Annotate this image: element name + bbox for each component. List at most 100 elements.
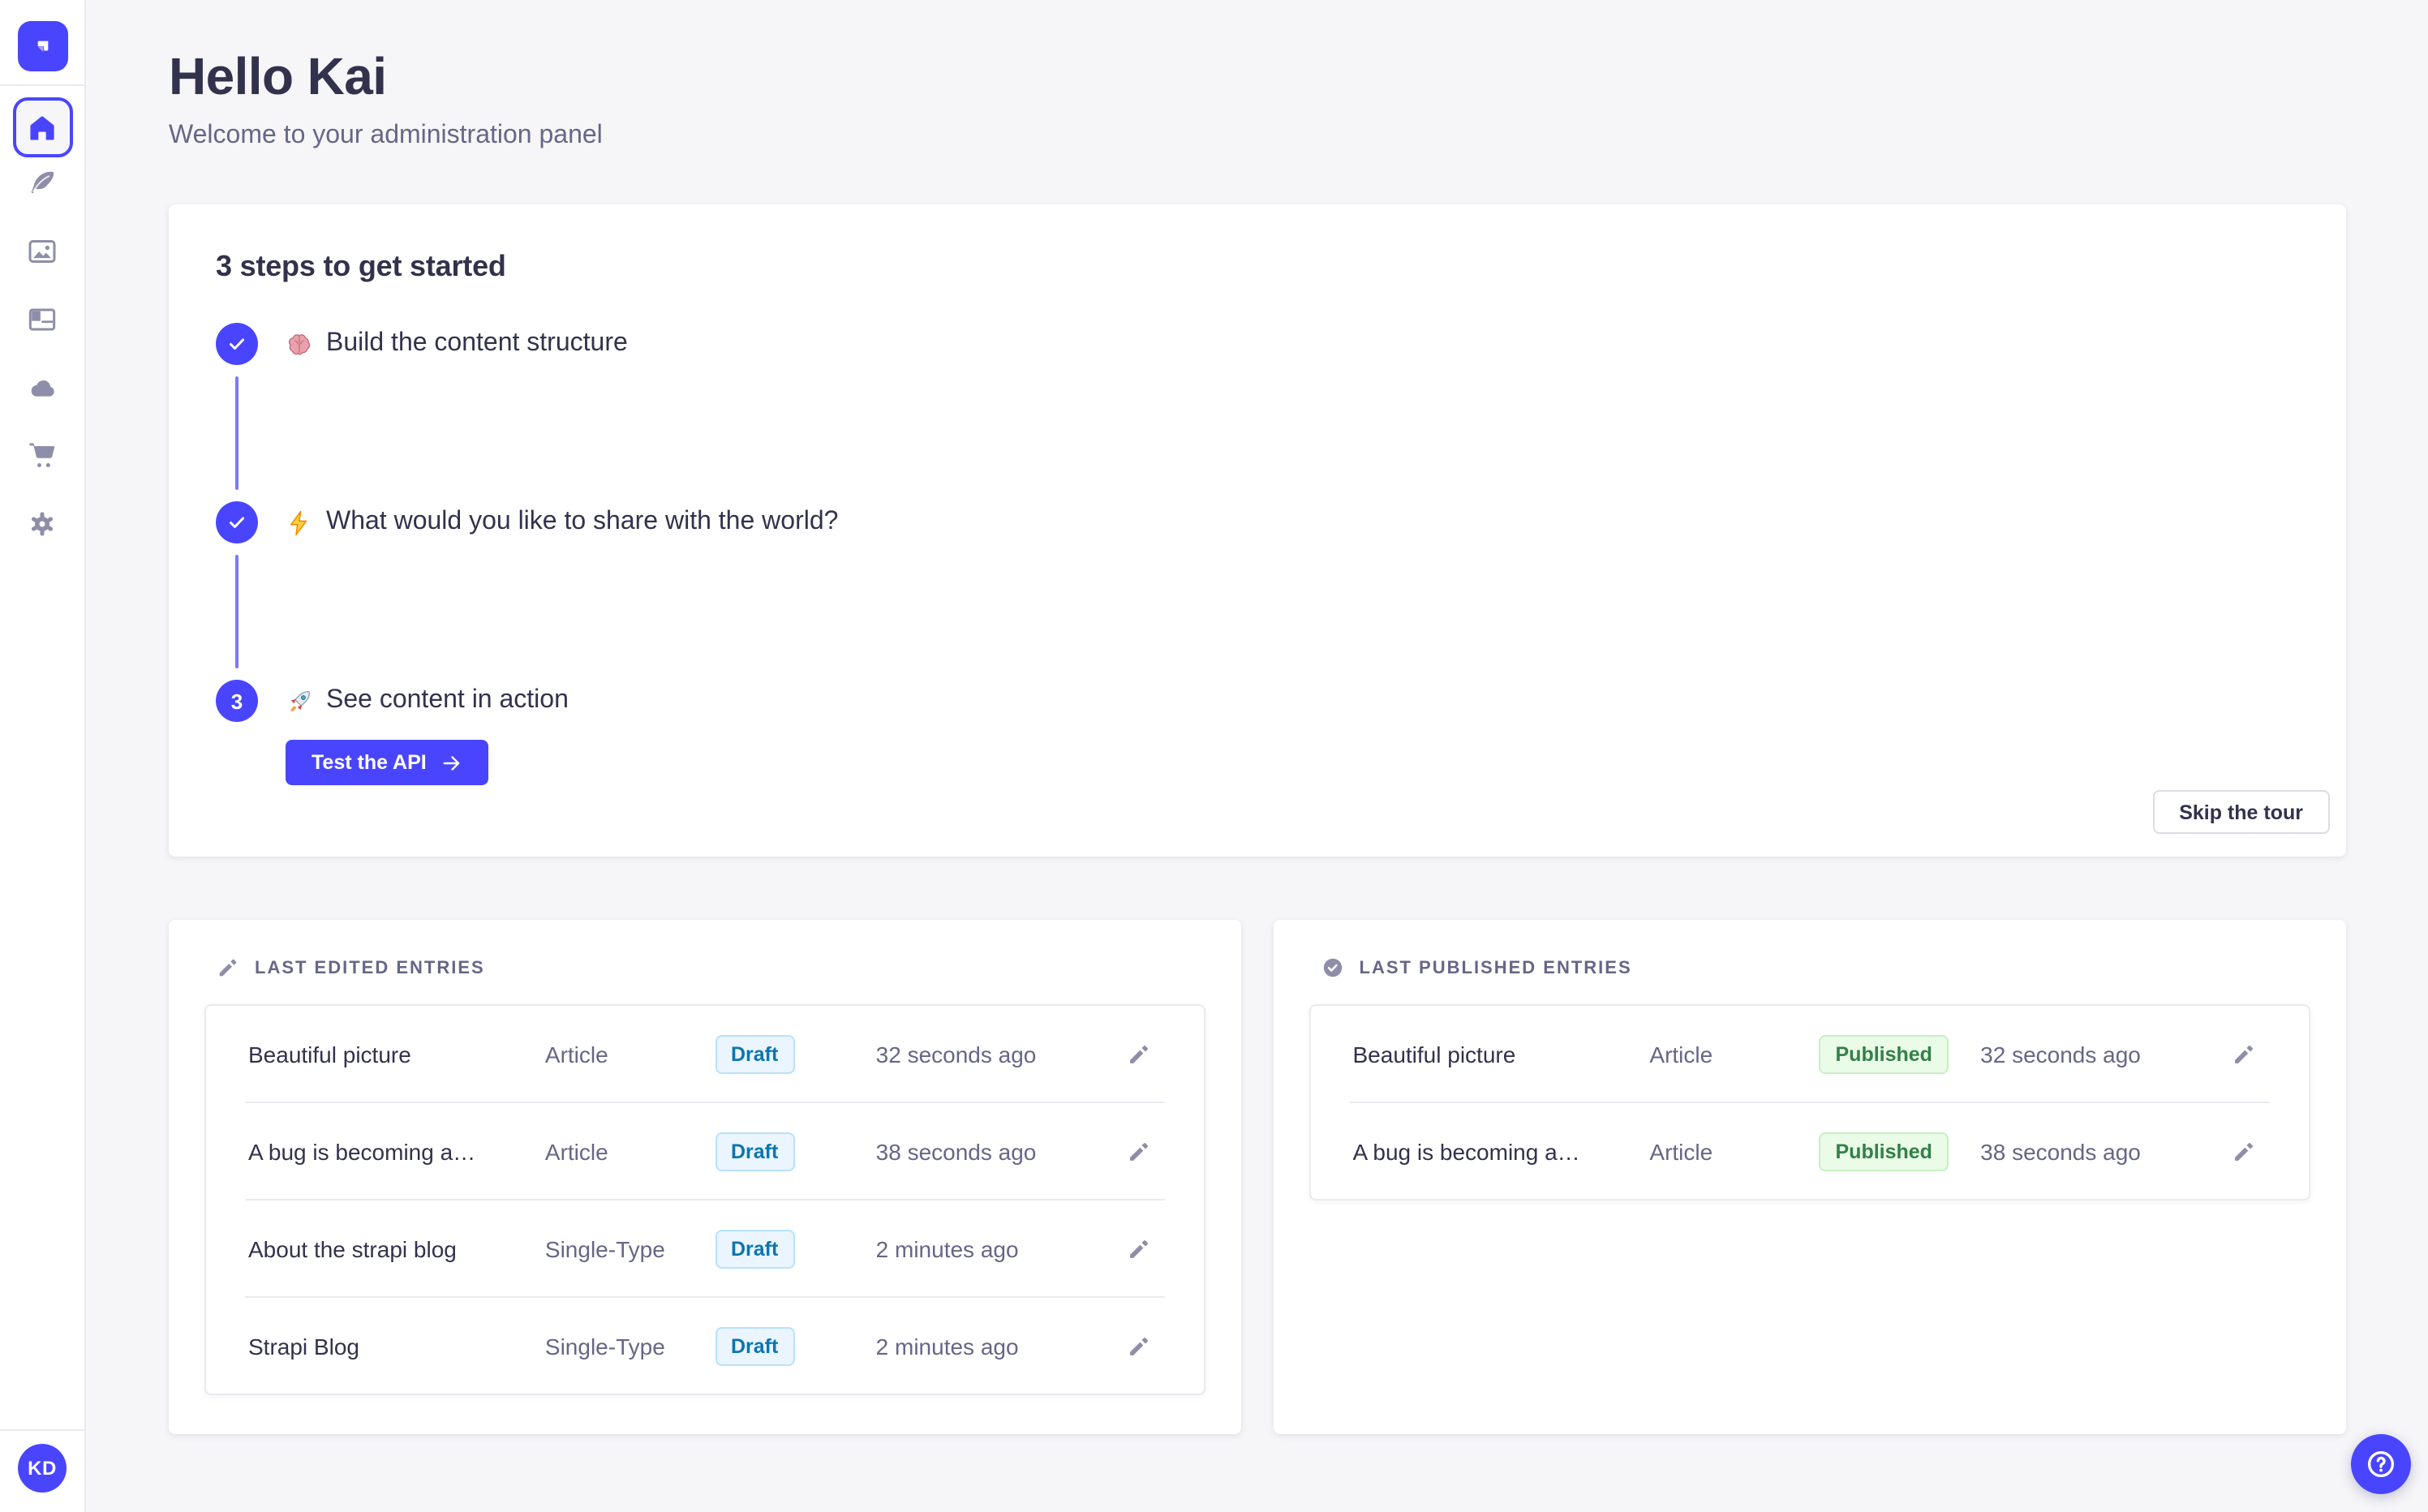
entry-title: About the strapi blog — [248, 1235, 457, 1261]
check-icon — [227, 513, 247, 532]
entry-type: Single-Type — [544, 1235, 665, 1261]
help-button[interactable] — [2350, 1434, 2410, 1494]
entry-time: 38 seconds ago — [1980, 1138, 2141, 1164]
entry-time: 2 minutes ago — [875, 1235, 1019, 1261]
gear-icon — [26, 508, 58, 540]
app-root: KD Hello Kai Welcome to your administrat… — [0, 0, 2428, 1512]
page-subtitle: Welcome to your administration panel — [169, 122, 603, 149]
entry-type: Article — [544, 1041, 608, 1067]
entry-time: 32 seconds ago — [1980, 1041, 2141, 1067]
sidebar-footer: KD — [0, 1429, 84, 1512]
strapi-logo — [17, 21, 67, 71]
status-badge: Draft — [715, 1326, 795, 1365]
pencil-icon — [216, 956, 240, 980]
entry-time: 2 minutes ago — [875, 1333, 1019, 1359]
onboarding-step-1: Build the content structure — [216, 323, 2298, 365]
check-circle-icon — [1321, 956, 1345, 980]
table-row[interactable]: A bug is becoming a… Article Published 3… — [1311, 1103, 2309, 1199]
onboarding-card: 3 steps to get started Build the content… — [169, 204, 2345, 857]
arrow-right-icon — [441, 752, 462, 773]
sidebar-item-content[interactable] — [16, 157, 68, 209]
rocket-icon — [286, 687, 313, 715]
sidebar-footer-divider — [0, 1429, 84, 1431]
picture-icon — [26, 235, 58, 268]
sidebar-nav — [0, 86, 84, 550]
entry-title: Beautiful picture — [1352, 1041, 1516, 1067]
status-badge: Published — [1819, 1034, 1949, 1073]
edit-entry-button[interactable] — [1116, 1323, 1162, 1368]
entries-table: Beautiful picture Article Draft 32 secon… — [204, 1004, 1205, 1395]
page-title: Hello Kai — [169, 47, 387, 105]
sidebar-item-home[interactable] — [12, 97, 72, 157]
table-row[interactable]: About the strapi blog Single-Type Draft … — [206, 1201, 1204, 1296]
sidebar-item-plugins[interactable] — [16, 294, 68, 346]
edit-entry-button[interactable] — [2220, 1031, 2266, 1076]
last-edited-panel: LAST EDITED ENTRIES Beautiful picture Ar… — [169, 920, 1241, 1434]
status-badge: Draft — [715, 1034, 795, 1073]
table-row[interactable]: Beautiful picture Article Published 32 s… — [1311, 1006, 2309, 1102]
step-connector — [216, 365, 258, 501]
entry-time: 38 seconds ago — [875, 1138, 1037, 1164]
zap-icon — [286, 509, 313, 536]
step-done-circle — [216, 323, 258, 365]
home-icon — [26, 111, 58, 144]
question-circle-icon — [2363, 1447, 2397, 1481]
onboarding-title: 3 steps to get started — [216, 250, 506, 282]
edit-entry-button[interactable] — [1116, 1031, 1162, 1076]
sidebar-item-marketplace[interactable] — [16, 430, 68, 482]
step-label-text: Build the content structure — [326, 329, 628, 357]
panel-header: LAST PUBLISHED ENTRIES — [1309, 956, 2310, 980]
test-api-label: Test the API — [312, 751, 427, 774]
step-number: 3 — [230, 689, 243, 713]
page-header: Hello Kai Welcome to your administration… — [169, 47, 2345, 151]
status-badge: Draft — [715, 1132, 795, 1171]
step-label: See content in action — [286, 686, 569, 715]
entry-title: A bug is becoming a… — [248, 1138, 476, 1164]
table-row[interactable]: Beautiful picture Article Draft 32 secon… — [206, 1006, 1204, 1102]
entry-title: Strapi Blog — [248, 1333, 359, 1359]
table-row[interactable]: Strapi Blog Single-Type Draft 2 minutes … — [206, 1298, 1204, 1394]
sidebar-item-cloud[interactable] — [16, 362, 68, 414]
user-avatar[interactable]: KD — [18, 1444, 67, 1493]
table-row[interactable]: A bug is becoming a… Article Draft 38 se… — [206, 1103, 1204, 1199]
entry-type: Article — [544, 1138, 608, 1164]
onboarding-step-3: 3 See content in action — [216, 680, 2298, 722]
step-label: What would you like to share with the wo… — [286, 508, 838, 537]
onboarding-step-2: What would you like to share with the wo… — [216, 501, 2298, 543]
entries-table: Beautiful picture Article Published 32 s… — [1309, 1004, 2310, 1201]
step-label-text: What would you like to share with the wo… — [326, 508, 839, 535]
panel-title: LAST PUBLISHED ENTRIES — [1359, 958, 1632, 977]
cart-icon — [26, 440, 58, 472]
strapi-logo-icon — [27, 31, 58, 62]
sidebar-item-media[interactable] — [16, 226, 68, 277]
entry-title: Beautiful picture — [248, 1041, 411, 1067]
sidebar-item-settings[interactable] — [16, 498, 68, 550]
status-badge: Published — [1819, 1132, 1949, 1171]
skip-tour-button[interactable]: Skip the tour — [2153, 790, 2329, 834]
sidebar: KD — [0, 0, 86, 1512]
entry-title: A bug is becoming a… — [1352, 1138, 1580, 1164]
step-number-circle: 3 — [216, 680, 258, 722]
entry-type: Single-Type — [544, 1333, 665, 1359]
brain-icon — [286, 330, 313, 358]
step-done-circle — [216, 501, 258, 543]
entry-type: Article — [1649, 1041, 1713, 1067]
edit-entry-button[interactable] — [1116, 1128, 1162, 1174]
last-published-panel: LAST PUBLISHED ENTRIES Beautiful picture… — [1273, 920, 2345, 1434]
cloud-icon — [26, 372, 58, 404]
entries-panels: LAST EDITED ENTRIES Beautiful picture Ar… — [169, 920, 2345, 1434]
panel-title: LAST EDITED ENTRIES — [255, 958, 485, 977]
main-content: Hello Kai Welcome to your administration… — [86, 0, 2428, 1512]
check-icon — [227, 334, 247, 354]
feather-icon — [26, 167, 58, 200]
layout-icon — [26, 303, 58, 336]
step-label-text: See content in action — [326, 686, 569, 714]
edit-entry-button[interactable] — [1116, 1226, 1162, 1271]
status-badge: Draft — [715, 1229, 795, 1268]
entry-time: 32 seconds ago — [875, 1041, 1037, 1067]
panel-header: LAST EDITED ENTRIES — [204, 956, 1205, 980]
entry-type: Article — [1649, 1138, 1713, 1164]
step-connector — [216, 543, 258, 680]
edit-entry-button[interactable] — [2220, 1128, 2266, 1174]
test-api-button[interactable]: Test the API — [286, 740, 488, 785]
